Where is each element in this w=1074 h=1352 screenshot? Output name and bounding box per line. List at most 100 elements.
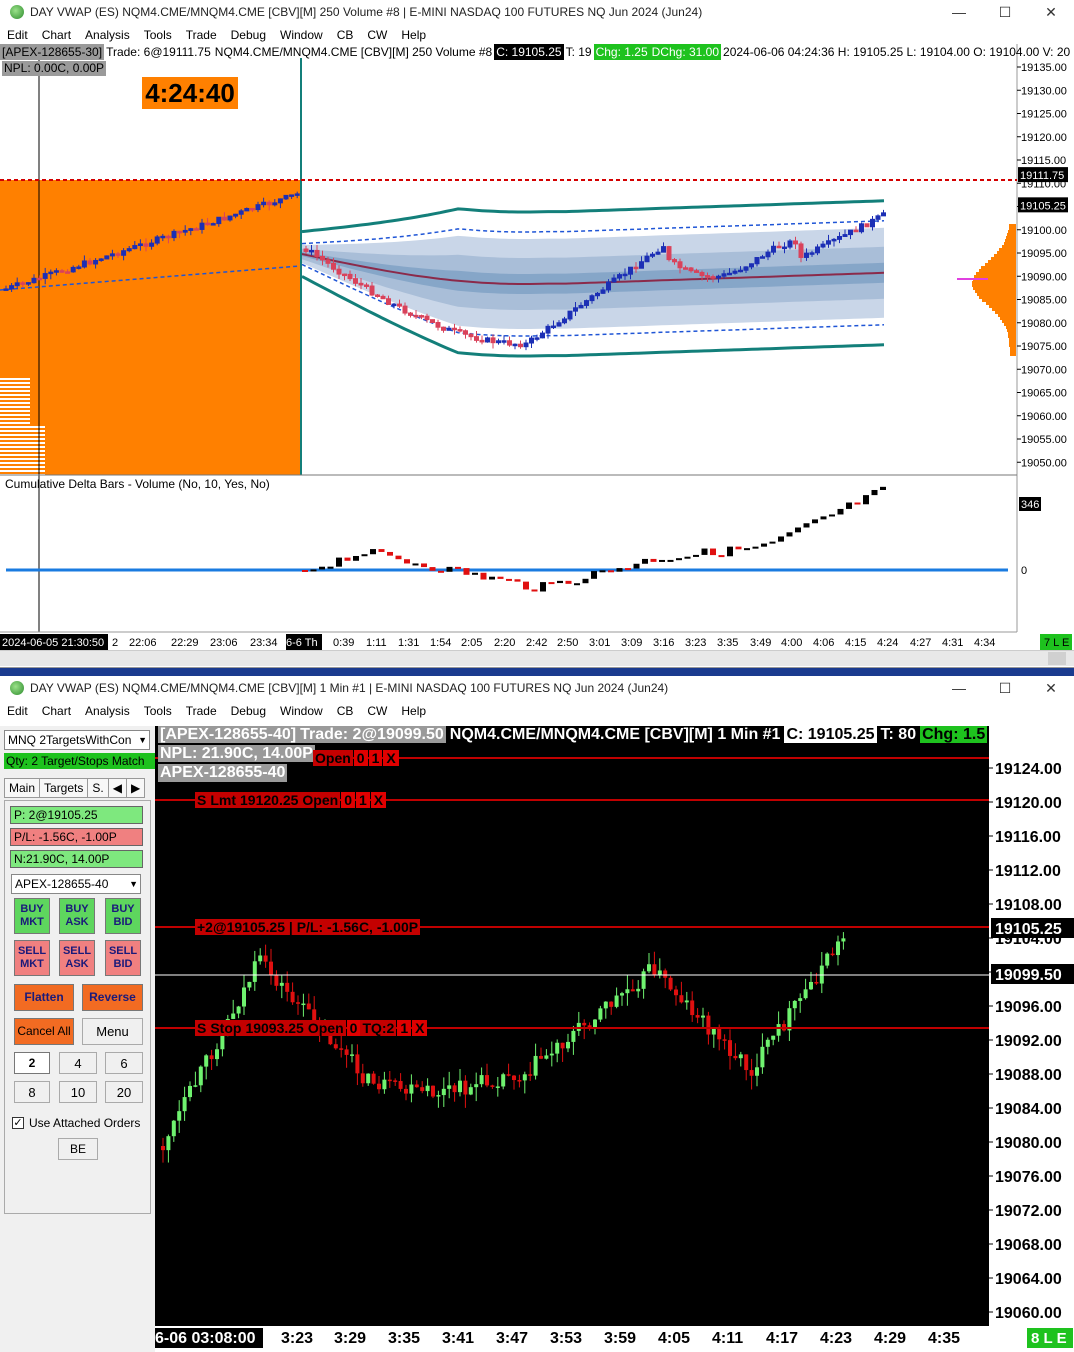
tab-main[interactable]: Main [4, 778, 41, 798]
volume-chart-svg[interactable]: 19135.00 19130.00 19125.00 19120.00 19115.00… [0, 44, 1074, 658]
limit-order-label[interactable]: S Lmt 19120.25 Open 0 1 X [195, 792, 387, 808]
sell-ask-button[interactable]: SELL ASK [59, 940, 95, 976]
stop-order-label[interactable]: S Stop 19093.25 Open 0 TQ:2 1 X [195, 1020, 428, 1036]
candle-body [274, 975, 279, 986]
qty-10-button[interactable]: 10 [59, 1081, 97, 1103]
profile-bar [1008, 332, 1016, 335]
minimize-icon[interactable]: — [936, 676, 982, 700]
sell-bid-button[interactable]: SELL BID [105, 940, 141, 976]
reverse-button[interactable]: Reverse [82, 984, 143, 1011]
menu-help[interactable]: Help [394, 26, 433, 44]
menu-edit[interactable]: Edit [0, 26, 35, 44]
minimize-icon[interactable]: — [936, 0, 982, 24]
menu-tools[interactable]: Tools [137, 26, 179, 44]
menu-analysis[interactable]: Analysis [78, 26, 137, 44]
position-label[interactable]: +2@19105.25 | P/L: -1.56C, -1.00P [195, 919, 421, 935]
candle-body [706, 1015, 711, 1035]
time-label: 1:11 [366, 637, 387, 649]
candle-body [614, 995, 619, 1007]
candle-body [787, 240, 793, 248]
menu-cb[interactable]: CB [330, 702, 361, 720]
menu-edit[interactable]: Edit [0, 702, 35, 720]
clock-display: 4:24:40 [142, 77, 238, 109]
cancel-order-icon[interactable]: X [370, 792, 387, 808]
price-tick-label: 19060.00 [1021, 411, 1067, 423]
close-icon[interactable]: ✕ [1028, 0, 1074, 24]
menu-debug[interactable]: Debug [224, 26, 273, 44]
one-minute-chart-svg[interactable]: 19124.00 19120.00 19116.00 19112.00 19108.00… [155, 726, 1074, 1352]
menu-debug[interactable]: Debug [224, 702, 273, 720]
qty-6-button[interactable]: 6 [105, 1052, 143, 1074]
candle-body [215, 1049, 219, 1060]
flatten-button[interactable]: Flatten [14, 984, 74, 1011]
candle-body [109, 253, 115, 257]
menu-help[interactable]: Help [394, 702, 433, 720]
scroll-thumb[interactable] [1048, 652, 1066, 665]
candle-body [391, 303, 397, 307]
candle-body [255, 204, 261, 211]
candle-body [804, 252, 809, 258]
delta-bar [378, 549, 385, 552]
strategy-select[interactable]: MNQ 2TargetsWithCon ▼ [4, 730, 150, 750]
chevron-down-icon: ▼ [138, 735, 147, 745]
menu-window[interactable]: Window [273, 702, 330, 720]
candle-body [647, 964, 651, 972]
cancel-order-icon[interactable]: X [412, 1020, 428, 1036]
candle-body [544, 1055, 549, 1059]
menu-window[interactable]: Window [273, 26, 330, 44]
menu-cb[interactable]: CB [330, 26, 361, 44]
buy-bid-button[interactable]: BUY BID [105, 898, 141, 934]
profile-bar [0, 446, 45, 448]
cancel-all-button[interactable]: Cancel All [14, 1018, 74, 1045]
delta-bar [446, 566, 453, 572]
candle-body [683, 267, 688, 270]
qty-20-button[interactable]: 20 [105, 1081, 143, 1103]
one-minute-chart-area[interactable]: 19124.00 19120.00 19116.00 19112.00 19108.00… [155, 726, 1074, 1352]
tab-targets[interactable]: Targets [39, 778, 89, 798]
candle-body [115, 253, 121, 256]
menu-trade[interactable]: Trade [179, 702, 224, 720]
cancel-order-icon[interactable]: X [383, 750, 399, 766]
qty-8-button[interactable]: 8 [14, 1081, 50, 1103]
top-order-label[interactable]: Open 0 1 X [313, 750, 399, 766]
maximize-icon[interactable]: ☐ [982, 0, 1028, 24]
close-icon[interactable]: ✕ [1028, 676, 1074, 700]
attached-orders-checkbox[interactable]: ✓ [12, 1117, 24, 1129]
candle-body [320, 255, 325, 261]
menu-chart[interactable]: Chart [35, 702, 78, 720]
menu-cw[interactable]: CW [360, 702, 394, 720]
candle-body [204, 1055, 209, 1067]
account-select[interactable]: APEX-128655-40 ▼ [11, 874, 141, 894]
candle-body [414, 1084, 419, 1088]
window1-titlebar[interactable]: DAY VWAP (ES) NQM4.CME/MNQM4.CME [CBV][M… [0, 0, 1074, 24]
profile-bar [0, 430, 45, 432]
buy-market-button[interactable]: BUY MKT [14, 898, 50, 934]
window2-titlebar[interactable]: DAY VWAP (ES) NQM4.CME/MNQM4.CME [CBV][M… [0, 676, 1074, 700]
volume-chart-area[interactable]: 19135.00 19130.00 19125.00 19120.00 19115.00… [0, 44, 1074, 658]
tab-s[interactable]: S. [87, 778, 109, 798]
profile-bar [988, 260, 1016, 263]
menu-analysis[interactable]: Analysis [78, 702, 137, 720]
tab-scroll-left-icon[interactable]: ◀ [107, 778, 127, 798]
horizontal-scrollbar[interactable] [0, 650, 1074, 666]
tab-scroll-right-icon[interactable]: ▶ [125, 778, 146, 798]
candle-body [798, 998, 803, 1001]
qty-2-button[interactable]: 2 [14, 1052, 50, 1074]
candle-body [3, 288, 9, 291]
menu-cw[interactable]: CW [360, 26, 394, 44]
candle-body [485, 337, 490, 343]
menu-chart[interactable]: Chart [35, 26, 78, 44]
npl-tag: NPL: 0.00C, 0.00P [2, 61, 107, 76]
menu-tools[interactable]: Tools [137, 702, 179, 720]
qty-4-button[interactable]: 4 [59, 1052, 97, 1074]
sell-market-button[interactable]: SELL MKT [14, 940, 50, 976]
candle-body [306, 1003, 311, 1010]
menu-trade[interactable]: Trade [179, 26, 224, 44]
menu-button[interactable]: Menu [82, 1018, 143, 1045]
maximize-icon[interactable]: ☐ [982, 676, 1028, 700]
breakeven-button[interactable]: BE [58, 1138, 98, 1160]
profile-bar [999, 248, 1016, 251]
candle-body [776, 245, 782, 249]
time-label: 23:34 [250, 637, 278, 649]
buy-ask-button[interactable]: BUY ASK [59, 898, 95, 934]
